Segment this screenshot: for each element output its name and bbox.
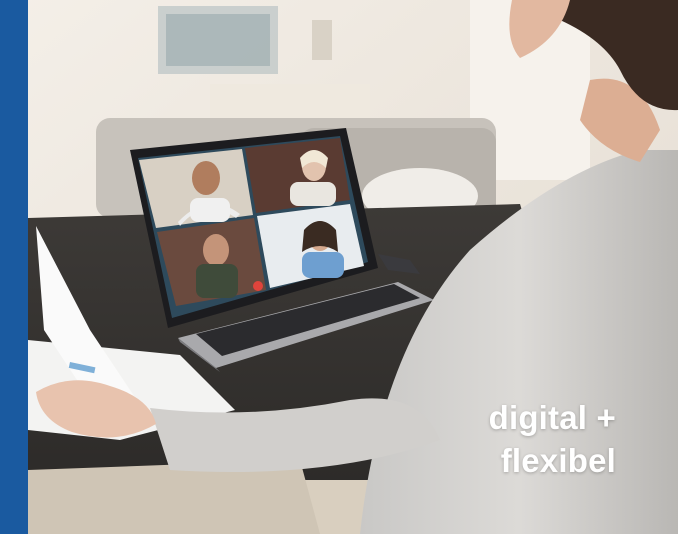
caption-line-1: digital + [488,399,616,436]
hero-banner: digital + flexibel [0,0,678,534]
caption: digital + flexibel [489,396,616,482]
accent-bar [0,0,28,534]
caption-line-2: flexibel [500,442,616,479]
lamp [312,20,332,60]
